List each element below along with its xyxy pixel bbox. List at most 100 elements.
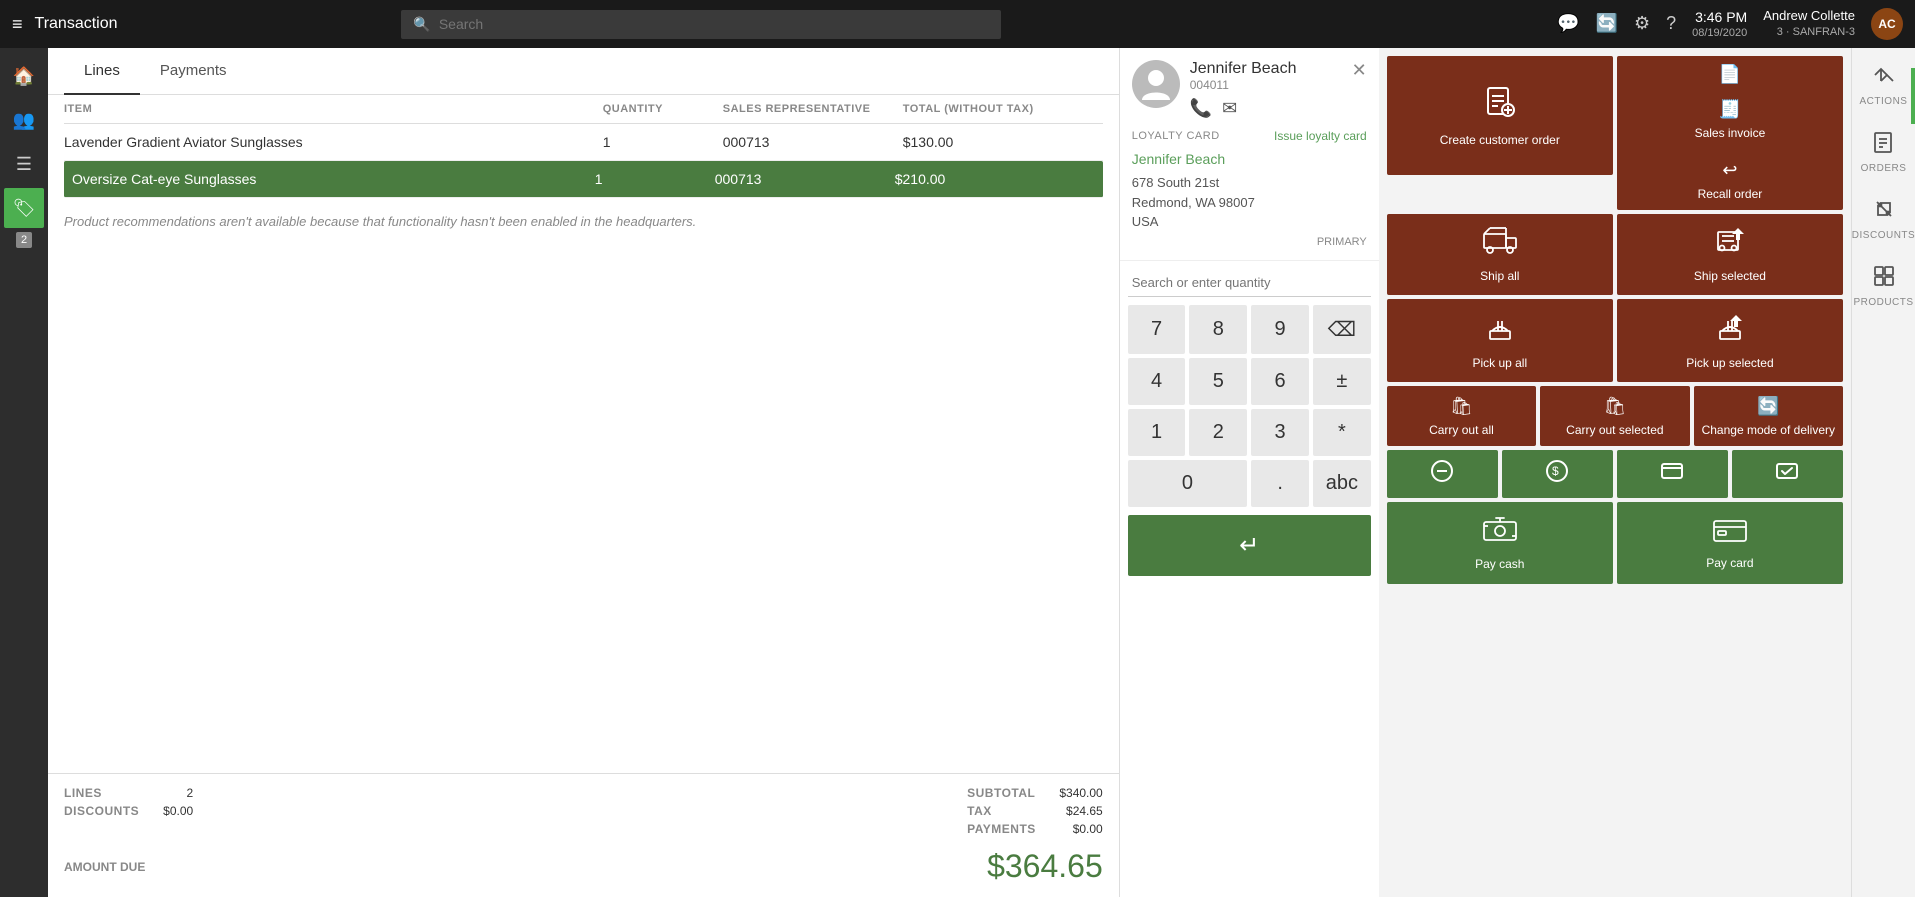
content-area: Lines Payments ITEM QUANTITY SALES REPRE… bbox=[48, 48, 1119, 897]
loyalty-label: LOYALTY CARD bbox=[1132, 130, 1220, 142]
issue-loyalty-link[interactable]: Issue loyalty card bbox=[1274, 129, 1367, 143]
tab-payments[interactable]: Payments bbox=[140, 48, 247, 95]
user-info: Andrew Collette 3 · SANFRAN-3 bbox=[1763, 8, 1855, 39]
lines-row: LINES 2 bbox=[64, 786, 193, 800]
table-header: ITEM QUANTITY SALES REPRESENTATIVE TOTAL… bbox=[64, 95, 1103, 124]
search-input[interactable] bbox=[439, 16, 990, 32]
num-backspace[interactable]: ⌫ bbox=[1313, 305, 1371, 354]
icon-tile-4-icon bbox=[1775, 459, 1799, 489]
settings-icon[interactable]: ⚙ bbox=[1634, 13, 1650, 34]
col-header-item: ITEM bbox=[64, 103, 603, 115]
num-2[interactable]: 2 bbox=[1189, 409, 1247, 456]
num-8[interactable]: 8 bbox=[1189, 305, 1247, 354]
pay-card-label: Pay card bbox=[1706, 556, 1753, 570]
email-icon[interactable]: ✉ bbox=[1222, 98, 1237, 119]
item-name: Oversize Cat-eye Sunglasses bbox=[72, 171, 595, 187]
tab-lines[interactable]: Lines bbox=[64, 48, 140, 95]
sales-invoice-tile[interactable]: 🧾 Sales invoice bbox=[1617, 91, 1843, 148]
customer-id: 004011 bbox=[1190, 78, 1342, 92]
sidebar-item-products[interactable]: PRODUCTS bbox=[1849, 257, 1915, 316]
tiles-row-carry: 🛍 Carry out all 🛍 Carry out selected 🔄 C… bbox=[1387, 386, 1843, 446]
ship-all-icon bbox=[1482, 226, 1518, 263]
recall-order-label: Recall order bbox=[1698, 187, 1763, 201]
right-sidebar: ACTIONS ORDERS bbox=[1851, 48, 1915, 897]
tiles-row-2b: 🧾 Sales invoice ↩ Recall order bbox=[1387, 179, 1843, 210]
customer-avatar bbox=[1132, 60, 1180, 108]
icon-tile-4[interactable] bbox=[1732, 450, 1843, 498]
ship-selected-tile[interactable]: Ship selected bbox=[1617, 214, 1843, 295]
item-qty: 1 bbox=[603, 134, 723, 150]
num-1[interactable]: 1 bbox=[1128, 409, 1186, 456]
sidebar-item-customers[interactable]: 👥 bbox=[4, 100, 44, 140]
transaction-table: ITEM QUANTITY SALES REPRESENTATIVE TOTAL… bbox=[48, 95, 1119, 773]
tiles-row-ship: Ship all Ship selected bbox=[1387, 214, 1843, 295]
col-header-rep: SALES REPRESENTATIVE bbox=[723, 103, 903, 115]
search-bar[interactable]: 🔍 bbox=[401, 10, 1001, 39]
carry-out-selected-tile[interactable]: 🛍 Carry out selected bbox=[1540, 386, 1689, 446]
chat-icon[interactable]: 💬 bbox=[1557, 13, 1579, 34]
num-7[interactable]: 7 bbox=[1128, 305, 1186, 354]
carry-out-all-tile[interactable]: 🛍 Carry out all bbox=[1387, 386, 1536, 446]
num-3[interactable]: 3 bbox=[1251, 409, 1309, 456]
amount-due-label: AMOUNT DUE bbox=[64, 860, 145, 874]
num-abc[interactable]: abc bbox=[1313, 460, 1371, 507]
num-multiply[interactable]: * bbox=[1313, 409, 1371, 456]
tiles-row-pickup: Pick up all Pick up selected bbox=[1387, 299, 1843, 382]
icon-tile-3[interactable] bbox=[1617, 450, 1728, 498]
numpad-section: 7 8 9 ⌫ 4 5 6 ± 1 2 3 * 0 . abc ↵ bbox=[1120, 261, 1379, 897]
col-header-qty: QUANTITY bbox=[603, 103, 723, 115]
actions-icon bbox=[1872, 64, 1894, 92]
num-0[interactable]: 0 bbox=[1128, 460, 1248, 507]
change-mode-delivery-tile[interactable]: 🔄 Change mode of delivery bbox=[1694, 386, 1843, 446]
sidebar-item-home[interactable]: 🏠 bbox=[4, 56, 44, 96]
tabs: Lines Payments bbox=[48, 48, 1119, 95]
phone-icon[interactable]: 📞 bbox=[1190, 98, 1212, 119]
item-total: $130.00 bbox=[903, 134, 1103, 150]
ship-all-tile[interactable]: Ship all bbox=[1387, 214, 1613, 295]
hamburger-menu[interactable]: ≡ bbox=[12, 14, 23, 35]
sidebar-badge[interactable]: 2 bbox=[16, 232, 32, 248]
customer-loyalty-name[interactable]: Jennifer Beach bbox=[1132, 151, 1367, 167]
num-plusminus[interactable]: ± bbox=[1313, 358, 1371, 405]
numpad-search-input[interactable] bbox=[1128, 269, 1371, 297]
recall-order-tile[interactable]: ↩ Recall order bbox=[1617, 152, 1843, 209]
customer-name: Jennifer Beach bbox=[1190, 60, 1342, 78]
sidebar-item-actions[interactable]: ACTIONS bbox=[1856, 56, 1912, 115]
sidebar-item-menu[interactable]: ☰ bbox=[4, 144, 44, 184]
icon-tile-1-icon bbox=[1430, 459, 1454, 489]
icon-tile-2[interactable]: $ bbox=[1502, 450, 1613, 498]
num-4[interactable]: 4 bbox=[1128, 358, 1186, 405]
sales-invoice-label: Sales invoice bbox=[1695, 126, 1766, 140]
discounts-row: DISCOUNTS $0.00 bbox=[64, 804, 193, 818]
pay-card-tile[interactable]: Pay card bbox=[1617, 502, 1843, 583]
ship-selected-label: Ship selected bbox=[1694, 269, 1766, 283]
orders-icon bbox=[1872, 131, 1894, 159]
enter-button[interactable]: ↵ bbox=[1128, 515, 1371, 576]
item-qty: 1 bbox=[595, 171, 715, 187]
sidebar-item-orders[interactable]: ORDERS bbox=[1857, 123, 1911, 182]
close-customer-button[interactable]: ✕ bbox=[1352, 60, 1367, 81]
item-name: Lavender Gradient Aviator Sunglasses bbox=[64, 134, 603, 150]
avatar[interactable]: AC bbox=[1871, 8, 1903, 40]
table-row[interactable]: Oversize Cat-eye Sunglasses 1 000713 $21… bbox=[64, 161, 1103, 198]
num-5[interactable]: 5 bbox=[1189, 358, 1247, 405]
refresh-icon[interactable]: 🔄 bbox=[1596, 13, 1618, 34]
num-dot[interactable]: . bbox=[1251, 460, 1309, 507]
sidebar-item-discounts[interactable]: DISCOUNTS bbox=[1848, 190, 1915, 249]
sidebar-item-tags[interactable]: 🏷 bbox=[4, 188, 44, 228]
customer-card: Jennifer Beach 004011 📞 ✉ ✕ LOYALTY CARD… bbox=[1120, 48, 1379, 261]
icon-tile-1[interactable] bbox=[1387, 450, 1498, 498]
discounts-label: DISCOUNTS bbox=[1852, 230, 1915, 241]
pickup-selected-icon bbox=[1714, 311, 1746, 350]
main-layout: 🏠 👥 ☰ 🏷 2 Lines Payments ITEM QUANTITY S… bbox=[0, 48, 1915, 897]
help-icon[interactable]: ? bbox=[1666, 13, 1676, 34]
table-row[interactable]: Lavender Gradient Aviator Sunglasses 1 0… bbox=[64, 124, 1103, 161]
orders-label: ORDERS bbox=[1861, 163, 1907, 174]
topbar: ≡ Transaction 🔍 💬 🔄 ⚙ ? 3:46 PM 08/19/20… bbox=[0, 0, 1915, 48]
pay-cash-tile[interactable]: Pay cash bbox=[1387, 502, 1613, 583]
create-customer-order-tile[interactable]: Create customer order bbox=[1387, 56, 1613, 175]
num-6[interactable]: 6 bbox=[1251, 358, 1309, 405]
num-9[interactable]: 9 bbox=[1251, 305, 1309, 354]
pickup-selected-tile[interactable]: Pick up selected bbox=[1617, 299, 1843, 382]
pickup-all-tile[interactable]: Pick up all bbox=[1387, 299, 1613, 382]
